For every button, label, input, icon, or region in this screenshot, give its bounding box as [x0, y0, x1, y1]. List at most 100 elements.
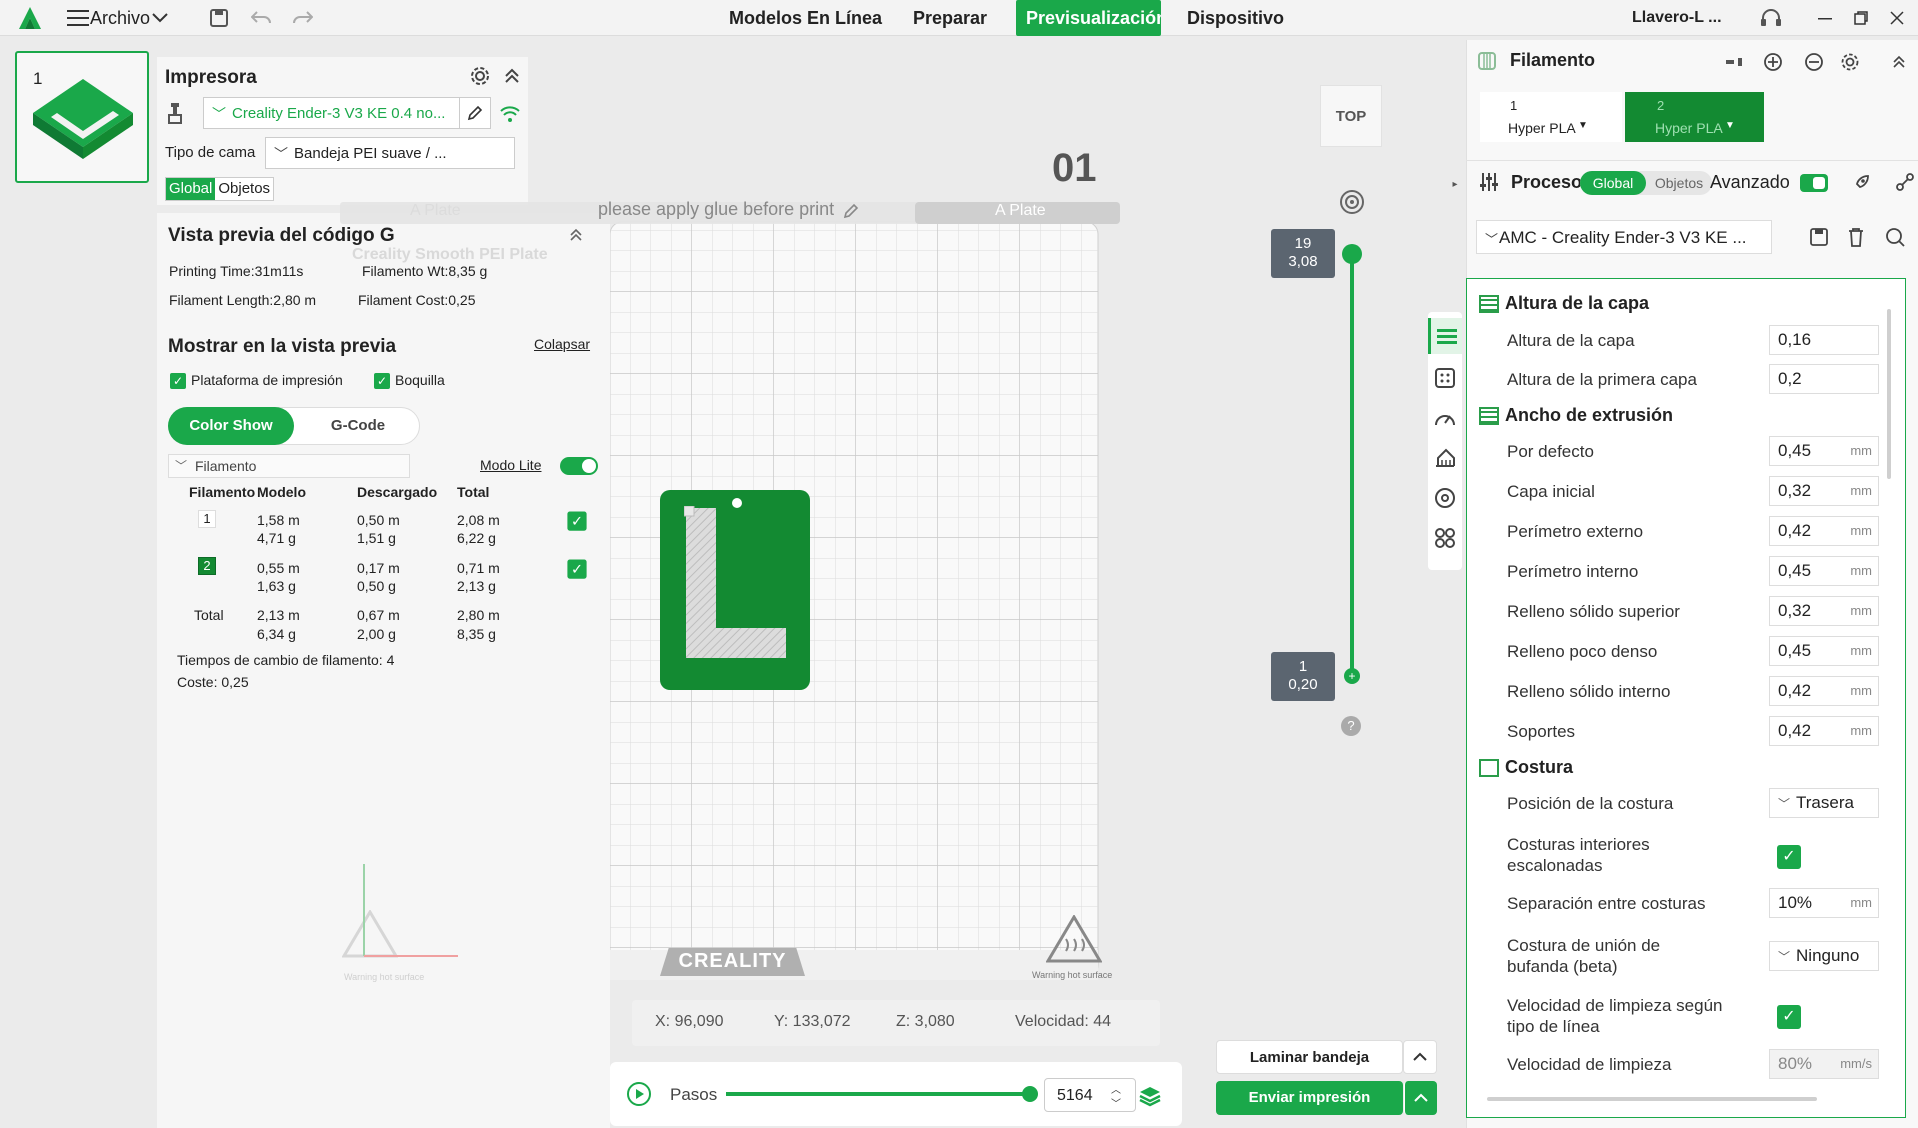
width-input[interactable]: 0,32 mm: [1769, 476, 1879, 506]
model-keychain[interactable]: [660, 490, 810, 690]
filament-settings-icon[interactable]: [1838, 50, 1862, 74]
quality-category-icon[interactable]: [1428, 318, 1462, 354]
chevron-down-icon[interactable]: [150, 6, 170, 30]
steps-slider-track[interactable]: [726, 1092, 1030, 1096]
strength-category-icon[interactable]: [1428, 360, 1462, 396]
filament-slot-1-dropdown-icon[interactable]: ▼: [1578, 120, 1588, 131]
expand-panel-icon[interactable]: ▸: [1448, 172, 1462, 196]
lite-mode-toggle[interactable]: [560, 457, 598, 475]
target-icon[interactable]: [1338, 188, 1366, 216]
tab-device[interactable]: Dispositivo: [1187, 0, 1284, 36]
wifi-icon[interactable]: [497, 101, 523, 127]
process-tab-global[interactable]: Global: [1580, 171, 1646, 195]
collapse-gcode-icon[interactable]: [566, 224, 586, 246]
first-layer-height-input[interactable]: 0,2: [1769, 364, 1879, 394]
remove-filament-icon[interactable]: [1802, 50, 1826, 74]
stepper-up-icon[interactable]: ︿: [1111, 1081, 1121, 1096]
scarf-seam-select[interactable]: ﹀ Ninguno: [1769, 941, 1879, 971]
add-filament-icon[interactable]: [1761, 50, 1785, 74]
search-icon[interactable]: [1884, 226, 1906, 248]
help-button[interactable]: ?: [1341, 716, 1361, 736]
filament-1-visible-checkbox[interactable]: ✓: [567, 510, 587, 531]
save-profile-icon[interactable]: [1808, 226, 1830, 248]
play-icon[interactable]: [625, 1080, 653, 1108]
others-category-icon[interactable]: [1428, 520, 1462, 556]
tab-online-models[interactable]: Modelos En Línea: [729, 0, 882, 36]
support-category-icon[interactable]: [1428, 440, 1462, 476]
collapse-up-icon[interactable]: [501, 63, 523, 89]
width-input[interactable]: 0,42 mm: [1769, 676, 1879, 706]
multimaterial-category-icon[interactable]: [1428, 480, 1462, 516]
filament-slot-2-dropdown-icon[interactable]: ▼: [1725, 120, 1735, 131]
minimize-icon[interactable]: [1814, 6, 1836, 30]
tab-global[interactable]: Global: [166, 178, 216, 200]
steps-input[interactable]: 5164 ︿ ﹀: [1044, 1078, 1136, 1112]
seam-position-select[interactable]: ﹀ Trasera: [1769, 788, 1879, 818]
plate-thumbnail[interactable]: 1: [15, 51, 149, 183]
width-input[interactable]: 0,45 mm: [1769, 436, 1879, 466]
stepper-down-icon[interactable]: ﹀: [1111, 1095, 1121, 1110]
nozzle-checkbox[interactable]: ✓: [374, 372, 390, 389]
rocket-icon[interactable]: [1850, 170, 1874, 194]
params-scrollbar[interactable]: [1887, 309, 1891, 479]
bed-type-select[interactable]: ﹀ Bandeja PEI suave / ...: [265, 137, 515, 169]
collapse-link[interactable]: Colapsar: [534, 336, 590, 352]
layer-height-input[interactable]: 0,16: [1769, 325, 1879, 355]
layer-slider-bottom-handle[interactable]: +: [1344, 668, 1360, 684]
layer-bottom-number: 1: [1298, 658, 1308, 675]
compare-icon[interactable]: [1893, 170, 1917, 194]
section-seam-label: Costura: [1505, 757, 1574, 777]
wipe-speed-input[interactable]: 80% mm/s: [1769, 1049, 1879, 1079]
process-profile-select[interactable]: ﹀ AMC - Creality Ender-3 V3 KE ...: [1476, 220, 1772, 254]
param-label: Velocidad de limpieza: [1507, 1055, 1672, 1074]
wipe-speed-type-checkbox[interactable]: ✓: [1777, 1005, 1801, 1029]
process-tab-objects[interactable]: Objetos: [1646, 171, 1712, 195]
filament-2-visible-checkbox[interactable]: ✓: [567, 558, 587, 579]
restore-icon[interactable]: [1850, 6, 1872, 30]
redo-icon[interactable]: [292, 6, 314, 30]
width-input[interactable]: 0,45 mm: [1769, 636, 1879, 666]
width-input[interactable]: 0,32 mm: [1769, 596, 1879, 626]
view-top-button[interactable]: TOP: [1320, 85, 1382, 147]
steps-slider-handle[interactable]: [1022, 1086, 1038, 1102]
file-menu[interactable]: Archivo: [90, 0, 150, 36]
gcode-button[interactable]: G-Code: [296, 407, 420, 445]
printer-select[interactable]: ﹀ Creality Ender-3 V3 KE 0.4 no...: [203, 97, 460, 129]
filament-dropdown[interactable]: ﹀ Filamento: [168, 454, 410, 478]
close-icon[interactable]: [1886, 6, 1908, 30]
hamburger-menu-icon[interactable]: [66, 6, 90, 30]
edit-pencil-icon[interactable]: [459, 97, 491, 129]
slice-plate-button[interactable]: Laminar bandeja: [1216, 1040, 1403, 1074]
filament-sync-icon[interactable]: [1722, 50, 1746, 74]
width-input[interactable]: 0,45 mm: [1769, 556, 1879, 586]
width-input[interactable]: 0,42 mm: [1769, 516, 1879, 546]
headset-icon[interactable]: [1758, 6, 1784, 30]
undo-icon[interactable]: [250, 6, 272, 30]
layer-slider-top-handle[interactable]: [1342, 244, 1362, 264]
tab-preview[interactable]: Previsualización: [1016, 0, 1161, 36]
tab-prepare[interactable]: Preparar: [913, 0, 987, 36]
slice-options-icon[interactable]: [1403, 1040, 1437, 1074]
tab-objects[interactable]: Objetos: [215, 178, 274, 200]
filament-slot-1[interactable]: 1 Hyper PLA ▼: [1480, 92, 1622, 142]
params-hscrollbar[interactable]: [1487, 1097, 1817, 1101]
layers-icon[interactable]: [1136, 1082, 1164, 1110]
collapse-filament-icon[interactable]: [1890, 50, 1908, 74]
staggered-seams-checkbox[interactable]: ✓: [1777, 845, 1801, 869]
seam-gap-input[interactable]: 10% mm: [1769, 888, 1879, 918]
width-input[interactable]: 0,42 mm: [1769, 716, 1879, 746]
send-print-button[interactable]: Enviar impresión: [1216, 1081, 1403, 1115]
color-show-button[interactable]: Color Show: [168, 407, 294, 445]
gear-icon[interactable]: [467, 63, 493, 89]
param-unit: mm: [1850, 523, 1872, 538]
save-icon[interactable]: [208, 6, 230, 30]
platform-checkbox[interactable]: ✓: [170, 372, 186, 389]
send-options-icon[interactable]: [1404, 1081, 1437, 1115]
filament-slot-2[interactable]: 2 Hyper PLA ▼: [1625, 92, 1764, 142]
advanced-toggle[interactable]: [1800, 174, 1828, 192]
param-value: 0,45: [1778, 441, 1812, 460]
edit-notice-icon[interactable]: [840, 200, 862, 222]
speed-category-icon[interactable]: [1428, 400, 1462, 436]
layer-slider-track[interactable]: [1350, 252, 1354, 678]
delete-profile-icon[interactable]: [1845, 226, 1867, 248]
